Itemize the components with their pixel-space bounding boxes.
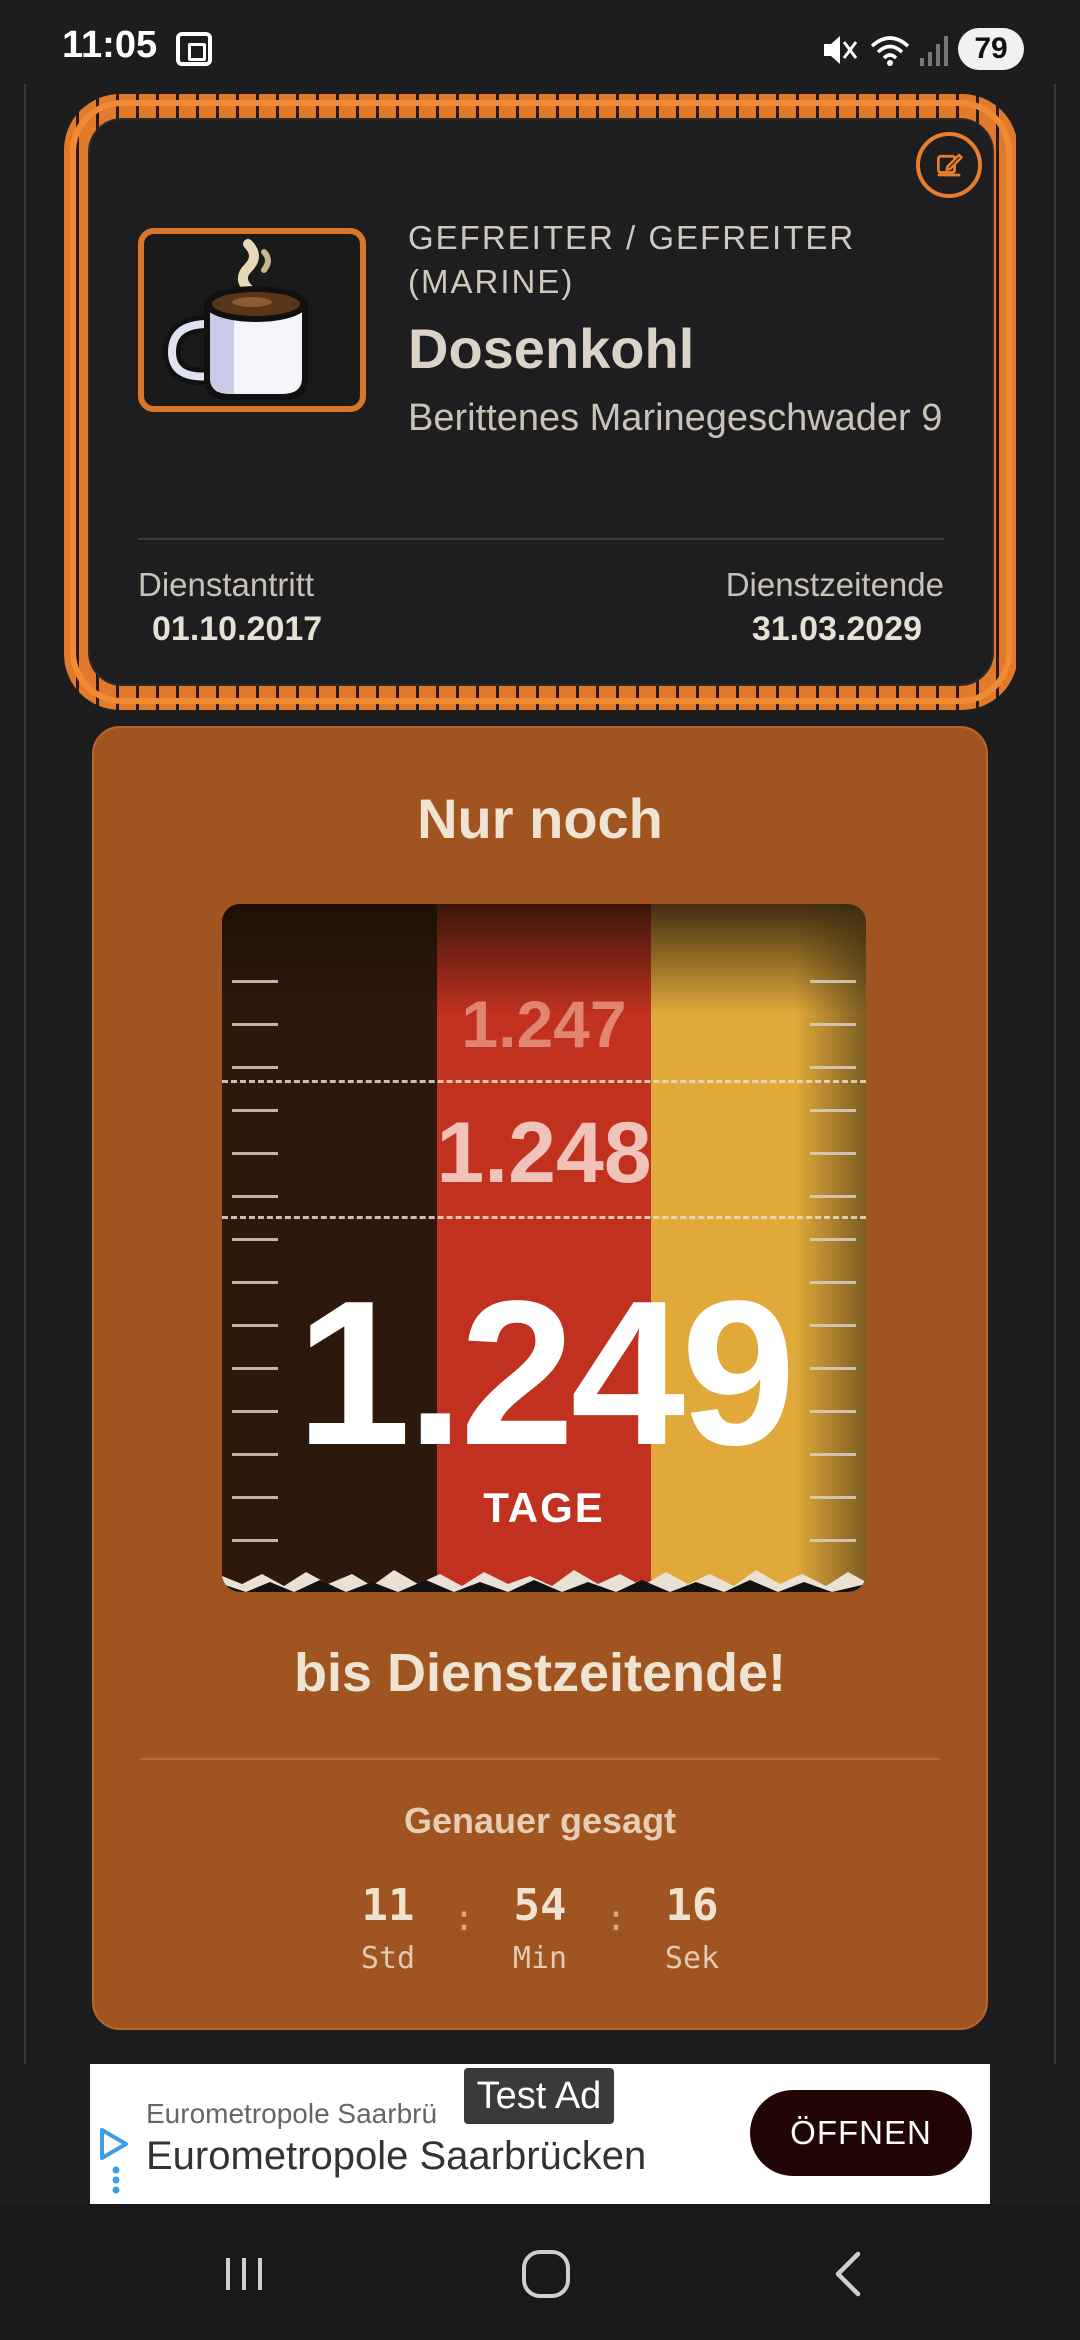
service-start-label: Dienstantritt xyxy=(138,566,315,603)
profile-card: GEFREITER / GEFREITER (MARINE) Dosenkohl… xyxy=(88,118,994,686)
ad-subtitle: Eurometropole Saarbrü xyxy=(146,2098,438,2129)
signal-icon xyxy=(920,36,948,66)
timer-minutes-value: 54 xyxy=(513,1880,567,1931)
navigation-bar xyxy=(0,2204,1080,2340)
unit-label: Berittenes Marinegeschwader 9 xyxy=(408,397,943,439)
battery-indicator: 79 xyxy=(958,28,1024,70)
mute-icon xyxy=(824,36,858,64)
divider xyxy=(140,1758,940,1760)
avatar xyxy=(138,228,366,412)
days-unit-label: TAGE xyxy=(483,1484,605,1531)
content-border-right xyxy=(1054,84,1056,2064)
timer-separator: : xyxy=(605,1898,627,1939)
home-icon[interactable] xyxy=(516,2244,576,2304)
countdown-card: Nur noch 1.247 1.248 1.249 TAGE bis Dien… xyxy=(92,726,988,2030)
edit-profile-button[interactable] xyxy=(916,132,982,198)
rank-label: GEFREITER / GEFREITER (MARINE) xyxy=(408,219,856,300)
ad-banner[interactable]: Eurometropole Saarbrü Eurometropole Saar… xyxy=(90,2064,990,2204)
wifi-icon xyxy=(870,36,910,66)
timer-hours-label: Std xyxy=(360,1941,416,1976)
screenshot-icon xyxy=(176,32,212,66)
status-bar: 11:05 79 xyxy=(0,0,1080,84)
timer-minutes-label: Min xyxy=(512,1941,568,1976)
profile-name: Dosenkohl xyxy=(408,317,695,380)
service-end-label: Dienstzeitende xyxy=(725,566,944,603)
days-counter: 1.247 1.248 1.249 TAGE xyxy=(222,904,866,1592)
timer-seconds-value: 16 xyxy=(665,1880,719,1931)
precise-time-title: Genauer gesagt xyxy=(403,1800,677,1841)
recent-apps-icon[interactable] xyxy=(214,2244,274,2304)
timer-hours: 11 Std xyxy=(329,1878,447,1984)
timer-minutes: 54 Min xyxy=(481,1878,599,1984)
torn-paper-edge xyxy=(222,1570,866,1592)
service-start-date: 01.10.2017 xyxy=(152,610,323,648)
test-ad-badge: Test Ad xyxy=(464,2068,614,2124)
countdown-subline: bis Dienstzeitende! xyxy=(293,1643,787,1703)
ad-choices-icon[interactable] xyxy=(96,2118,136,2194)
edit-icon xyxy=(937,153,963,177)
timer-seconds-label: Sek xyxy=(664,1941,720,1976)
coffee-cup-icon xyxy=(162,239,308,400)
profile-card-frame: GEFREITER / GEFREITER (MARINE) Dosenkohl… xyxy=(64,94,1018,710)
status-time: 11:05 xyxy=(62,24,158,66)
ad-open-button[interactable]: ÖFFNEN xyxy=(750,2090,972,2176)
days-remaining: 1.249 xyxy=(296,1258,796,1488)
days-previous-1: 1.248 xyxy=(436,1105,652,1201)
timer-hours-value: 11 xyxy=(361,1880,415,1931)
back-icon[interactable] xyxy=(820,2244,880,2304)
dashed-separator xyxy=(222,1080,866,1083)
divider xyxy=(138,538,944,540)
timer-seconds: 16 Sek xyxy=(633,1878,751,1984)
dashed-separator xyxy=(222,1216,866,1219)
service-end-date: 31.03.2029 xyxy=(751,610,922,648)
precise-timer: 11 Std : 54 Min : 16 Sek xyxy=(94,1878,986,1984)
ad-title[interactable]: Eurometropole Saarbrücken xyxy=(146,2134,646,2179)
timer-separator: : xyxy=(453,1898,475,1939)
content-border-left xyxy=(24,84,26,2064)
countdown-headline: Nur noch xyxy=(417,787,663,850)
days-previous-2: 1.247 xyxy=(461,987,627,1061)
